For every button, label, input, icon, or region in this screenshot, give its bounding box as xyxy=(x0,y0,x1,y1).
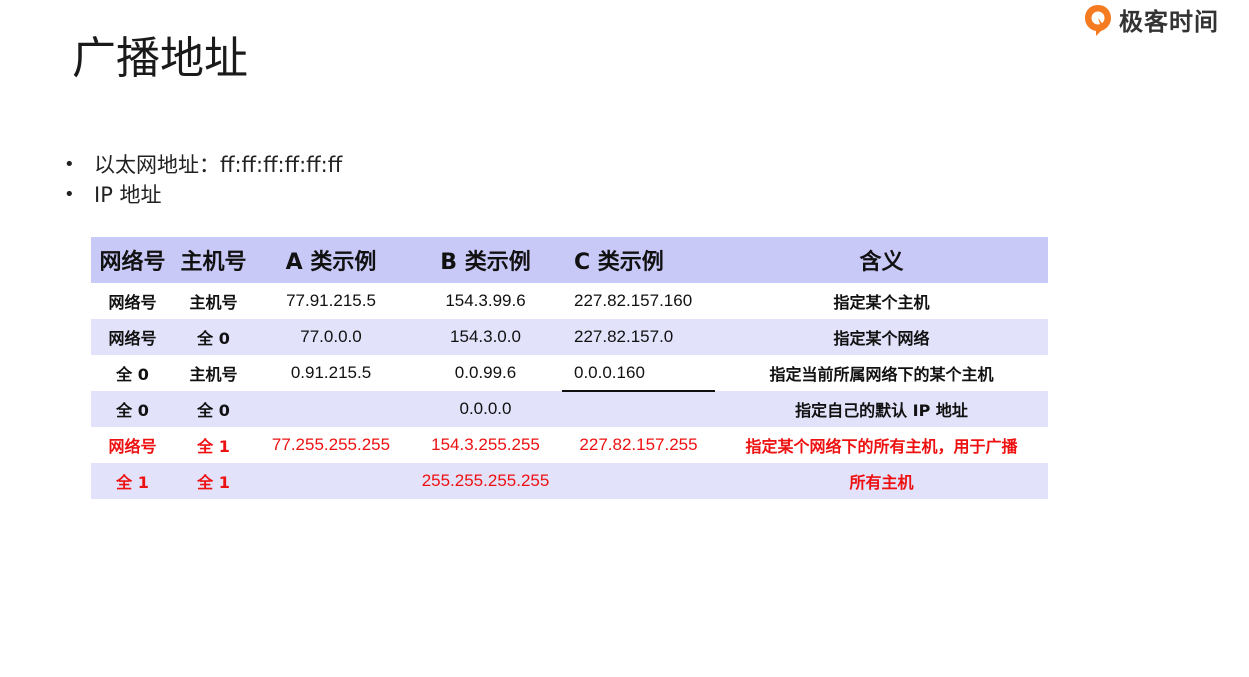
table-cell: 255.255.255.255 xyxy=(421,471,550,490)
brand-logo: 极客时间 xyxy=(1083,2,1219,37)
bullet-list: • 以太网地址：ff:ff:ff:ff:ff:ff • IP 地址 xyxy=(64,150,342,210)
bullet-text: 以太网地址：ff:ff:ff:ff:ff:ff xyxy=(94,153,343,177)
bullet-item: • IP 地址 xyxy=(64,180,342,210)
bullet-dot-icon: • xyxy=(64,184,75,205)
table-cell: 154.3.255.255 xyxy=(431,435,540,454)
table-cell: 全 0 xyxy=(197,401,230,420)
table-cell: 227.82.157.0 xyxy=(574,327,674,346)
table-cell: 77.0.0.0 xyxy=(300,327,362,346)
table-cell: 指定某个网络 xyxy=(833,329,930,348)
table-cell: 全 0 xyxy=(116,401,149,420)
bullet-item: • 以太网地址：ff:ff:ff:ff:ff:ff xyxy=(64,150,342,180)
table-row-broadcast: 网络号 全 1 77.255.255.255 154.3.255.255 227… xyxy=(91,427,1048,463)
geek-logo-icon xyxy=(1085,4,1111,36)
table-cell: 网络号 xyxy=(108,293,157,312)
table-cell: 154.3.0.0 xyxy=(450,327,521,346)
table-cell: 全 1 xyxy=(197,473,230,492)
table-cell: 所有主机 xyxy=(849,473,914,492)
table-cell: 0.0.99.6 xyxy=(454,363,517,382)
logo-text: 极客时间 xyxy=(1119,8,1219,36)
table-cell: 网络号 xyxy=(108,329,157,348)
table-row: 全 0 主机号 0.91.215.5 0.0.99.6 0.0.0.160 指定… xyxy=(91,355,1048,391)
table-cell: 77.91.215.5 xyxy=(286,291,376,310)
slide-title: 广播地址 xyxy=(72,33,248,84)
table-row: 网络号 主机号 77.91.215.5 154.3.99.6 227.82.15… xyxy=(91,283,1048,319)
table-row: 网络号 全 0 77.0.0.0 154.3.0.0 227.82.157.0 … xyxy=(91,319,1048,355)
table-cell: 网络号 xyxy=(108,437,157,456)
table-cell: 全 0 xyxy=(116,365,149,384)
table-cell: 指定某个网络下的所有主机，用于广播 xyxy=(745,437,1018,456)
table-cell xyxy=(253,391,409,427)
table-row-broadcast: 全 1 全 1 255.255.255.255 所有主机 xyxy=(91,463,1048,499)
table-cell xyxy=(562,463,715,499)
table-cell: 主机号 xyxy=(189,365,238,384)
table-cell: 227.82.157.255 xyxy=(579,435,698,454)
table-cell: 全 1 xyxy=(197,437,230,456)
table-cell: 77.255.255.255 xyxy=(271,435,391,454)
table-cell: 指定自己的默认 IP 地址 xyxy=(795,401,968,420)
broadcast-address-table: 网络号 主机号 A 类示例 B 类示例 C 类示例 含义 网络号 主机号 77.… xyxy=(91,237,1048,499)
table-cell: 0.91.215.5 xyxy=(290,363,372,382)
table-header-row: 网络号 主机号 A 类示例 B 类示例 C 类示例 含义 xyxy=(91,237,1048,283)
column-header: 网络号 xyxy=(99,250,166,275)
table-cell: 0.0.0.0 xyxy=(459,399,512,418)
table-cell: 0.0.0.160 xyxy=(574,362,645,382)
column-header: B 类示例 xyxy=(440,250,531,275)
column-header: 主机号 xyxy=(180,250,247,275)
column-header: 含义 xyxy=(859,250,904,275)
table-cell: 全 1 xyxy=(116,473,149,492)
table-cell: 154.3.99.6 xyxy=(445,291,526,310)
bullet-dot-icon: • xyxy=(64,154,75,175)
column-header: A 类示例 xyxy=(285,250,377,275)
table-cell xyxy=(562,390,715,427)
table-cell: 指定某个主机 xyxy=(833,293,930,312)
table-row: 全 0 全 0 0.0.0.0 指定自己的默认 IP 地址 xyxy=(91,390,1048,427)
bullet-text: IP 地址 xyxy=(94,183,162,207)
table-cell: 227.82.157.160 xyxy=(574,291,693,310)
table-cell xyxy=(253,463,409,499)
table-cell: 指定当前所属网络下的某个主机 xyxy=(769,365,994,384)
column-header: C 类示例 xyxy=(574,250,664,275)
table-cell: 主机号 xyxy=(189,293,238,312)
table-cell: 全 0 xyxy=(197,329,230,348)
